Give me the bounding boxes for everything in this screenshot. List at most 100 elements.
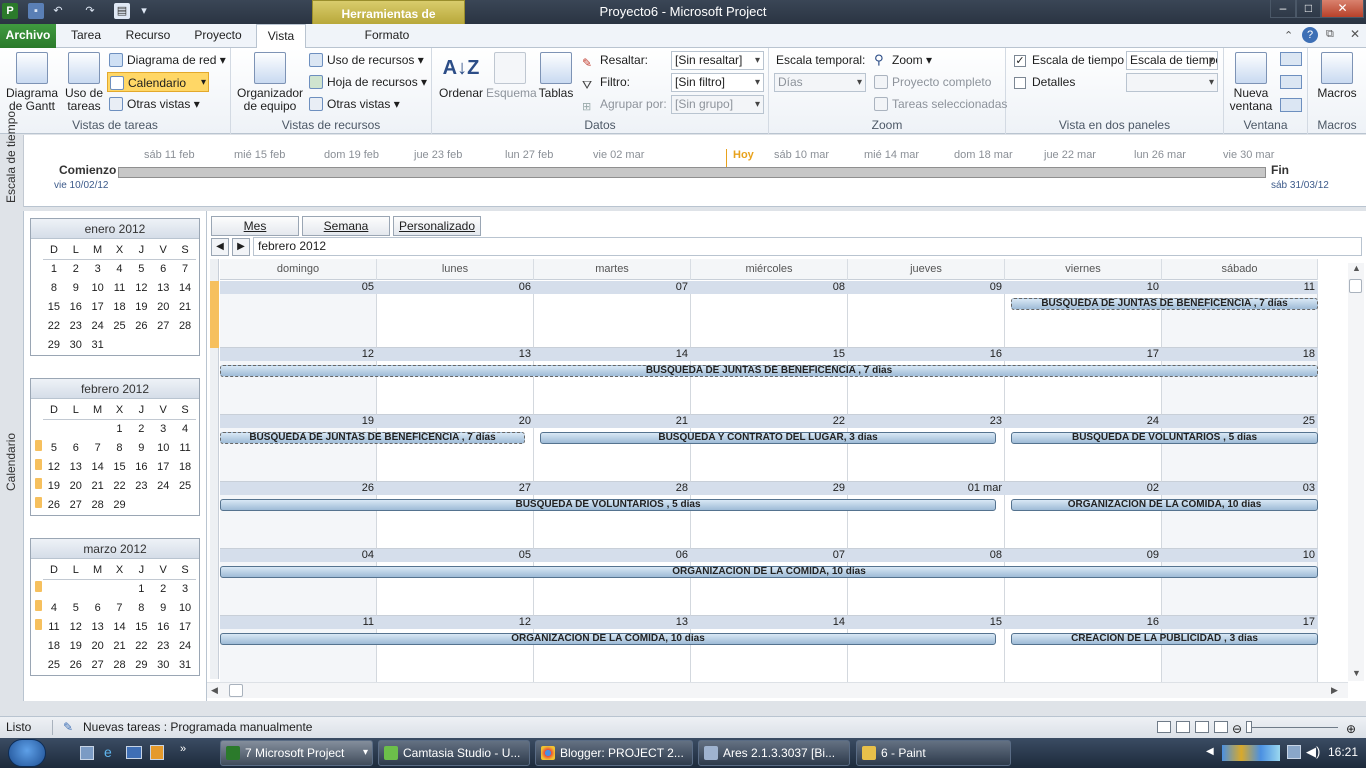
week-view-button[interactable]: Semana	[302, 216, 390, 236]
restore-doc-icon[interactable]: ⧉	[1326, 28, 1334, 41]
team-planner-button[interactable]: Organizador de equipo	[237, 52, 303, 113]
details-checkbox[interactable]	[1014, 77, 1026, 89]
start-button[interactable]	[8, 739, 46, 767]
mini-calendar-january[interactable]: enero 2012 DLMXJVS 1234567 8 9 10 11 12 13 14 …	[30, 218, 200, 356]
other-resource-views-button[interactable]: Otras vistas ▾	[307, 94, 400, 114]
media-player-icon[interactable]	[150, 745, 164, 760]
task-bar-lugar[interactable]: BUSQUEDA Y CONTRATO DEL LUGAR, 3 días	[540, 432, 996, 444]
calendar-day-cell[interactable]	[534, 294, 691, 348]
mini-calendar-february[interactable]: febrero 2012 DLMXJVS 1234 5 6 7 8 9 10 11 12 13…	[30, 378, 200, 516]
timeline-bar[interactable]	[118, 167, 1266, 178]
scroll-down-icon[interactable]: ▼	[1352, 668, 1361, 678]
entire-project-button[interactable]: Proyecto completo	[872, 72, 991, 92]
task-bar-juntas[interactable]: BUSQUEDA DE JUNTAS DE BENEFICENCIA , 7 d…	[220, 432, 525, 444]
calendar-button[interactable]: Calendario ▾	[107, 72, 210, 92]
help-icon[interactable]: ?	[1302, 27, 1318, 43]
arrange-all-icon[interactable]	[1280, 52, 1302, 66]
tables-button[interactable]: Tablas	[536, 52, 576, 100]
tab-resource[interactable]: Recurso	[116, 24, 180, 48]
details-view-select[interactable]	[1126, 73, 1218, 92]
taskbar-item-paint[interactable]: 6 - Paint	[856, 740, 1011, 766]
taskbar-clock[interactable]: 16:21	[1328, 745, 1358, 759]
resource-sheet-view-icon[interactable]	[1214, 721, 1228, 733]
task-bar-comida[interactable]: ORGANIZACIÓN DE LA COMIDA, 10 días	[1011, 499, 1318, 511]
timeline-checkbox[interactable]: ✓	[1014, 55, 1026, 67]
minimize-ribbon-icon[interactable]: ⌃	[1284, 29, 1293, 42]
scroll-left-icon[interactable]: ◀	[211, 685, 218, 696]
horizontal-scrollbar[interactable]: ◀ ▶	[207, 682, 1348, 698]
outline-button[interactable]: Esquema	[486, 52, 537, 100]
tab-view[interactable]: Vista	[256, 24, 306, 48]
vertical-scroll-thumb[interactable]	[1349, 279, 1362, 293]
next-month-button[interactable]: ▶	[232, 238, 250, 256]
calendar-day-cell[interactable]	[691, 294, 848, 348]
close-button[interactable]: ✕	[1321, 0, 1364, 18]
highlight-select[interactable]: [Sin resaltar]	[671, 51, 764, 70]
task-bar-comida[interactable]: ORGANIZACIÓN DE LA COMIDA, 10 días	[220, 566, 1318, 578]
timescale-select[interactable]: Días	[774, 73, 866, 92]
month-view-button[interactable]: Mes	[211, 216, 299, 236]
custom-view-button[interactable]: Personalizado	[393, 216, 481, 236]
horizontal-scroll-thumb[interactable]	[229, 684, 243, 697]
task-usage-button[interactable]: Uso de tareas	[62, 52, 106, 113]
resource-usage-button[interactable]: Uso de recursos ▾	[307, 50, 424, 70]
media-icon[interactable]	[126, 746, 142, 759]
tab-task[interactable]: Tarea	[60, 24, 112, 48]
tray-expand-icon[interactable]: ◀	[1206, 746, 1214, 757]
calendar-day-cell[interactable]	[377, 294, 534, 348]
scroll-right-icon[interactable]: ▶	[1331, 685, 1338, 696]
task-bar-publicidad[interactable]: CREACION DE LA PUBLICIDAD , 3 días	[1011, 633, 1318, 645]
timeline-view-select[interactable]: Escala de tiempo	[1126, 51, 1218, 70]
tray-icons[interactable]	[1222, 745, 1280, 761]
group-by-select[interactable]: [Sin grupo]	[671, 95, 764, 114]
internet-explorer-icon[interactable]: e	[104, 744, 112, 760]
zoom-slider-thumb[interactable]	[1246, 721, 1252, 733]
sort-button[interactable]: A↓Z Ordenar	[438, 52, 484, 100]
zoom-slider[interactable]	[1248, 727, 1338, 728]
close-doc-icon[interactable]: ✕	[1350, 27, 1360, 41]
volume-icon[interactable]: ◀)	[1306, 744, 1320, 760]
maximize-button[interactable]: □	[1296, 0, 1321, 18]
taskbar-item-camtasia[interactable]: Camtasia Studio - U...	[378, 740, 530, 766]
prev-month-button[interactable]: ◀	[211, 238, 229, 256]
taskbar-item-project[interactable]: 7 Microsoft Project ▾	[220, 740, 373, 766]
team-planner-view-icon[interactable]	[1195, 721, 1209, 733]
zoom-in-icon[interactable]: ⊕	[1346, 719, 1356, 739]
other-task-views-button[interactable]: Otras vistas ▾	[107, 94, 200, 114]
tab-format[interactable]: Formato	[350, 24, 424, 48]
timeline[interactable]: sáb 11 feb mié 15 feb dom 19 feb jue 23 …	[24, 135, 1366, 207]
calendar-day-number: 03	[1302, 482, 1315, 494]
new-window-button[interactable]: Nueva ventana	[1226, 52, 1276, 113]
resource-sheet-button[interactable]: Hoja de recursos ▾	[307, 72, 427, 92]
switch-windows-icon[interactable]	[1280, 98, 1302, 112]
tab-file[interactable]: Archivo	[0, 24, 56, 48]
new-tasks-mode[interactable]: Nuevas tareas : Programada manualmente	[83, 717, 312, 737]
show-desktop-icon[interactable]	[80, 746, 94, 760]
filter-select[interactable]: [Sin filtro]	[671, 73, 764, 92]
task-bar-voluntarios[interactable]: BUSQUEDA DE VOLUNTARIOS , 5 días	[1011, 432, 1318, 444]
gantt-button[interactable]: Diagrama de Gantt	[4, 52, 60, 113]
network-icon[interactable]	[1287, 745, 1301, 759]
taskbar-item-ares[interactable]: Ares 2.1.3.3037 [Bi...	[698, 740, 850, 766]
gantt-view-icon[interactable]	[1157, 721, 1171, 733]
quicklaunch-more-icon[interactable]: »	[180, 743, 186, 755]
zoom-button[interactable]: ⚲ Zoom ▾	[872, 50, 932, 70]
taskbar-item-blogger[interactable]: Blogger: PROJECT 2...	[535, 740, 693, 766]
vertical-scrollbar[interactable]: ▲ ▼	[1348, 263, 1364, 681]
task-bar-juntas[interactable]: BUSQUEDA DE JUNTAS DE BENEFICENCIA , 7 d…	[220, 365, 1318, 377]
task-bar-voluntarios[interactable]: BUSQUEDA DE VOLUNTARIOS , 5 días	[220, 499, 996, 511]
task-bar-juntas[interactable]: BUSQUEDA DE JUNTAS DE BENEFICENCIA , 7 d…	[1011, 298, 1318, 310]
selected-tasks-button[interactable]: Tareas seleccionadas	[872, 94, 1007, 114]
task-usage-view-icon[interactable]	[1176, 721, 1190, 733]
tab-project[interactable]: Proyecto	[184, 24, 252, 48]
calendar-day-cell[interactable]	[848, 294, 1005, 348]
network-diagram-button[interactable]: Diagrama de red ▾	[107, 50, 226, 70]
minimize-button[interactable]: –	[1270, 0, 1296, 18]
hide-window-icon[interactable]	[1280, 75, 1302, 89]
calendar-day-cell[interactable]	[220, 294, 377, 348]
macros-button[interactable]: Macros	[1314, 52, 1360, 100]
scroll-up-icon[interactable]: ▲	[1352, 263, 1361, 273]
zoom-out-icon[interactable]: ⊖	[1232, 719, 1242, 739]
mini-calendar-march[interactable]: marzo 2012 DLMXJVS 123 4 5 6 7 8 9 10 11 12 13 14…	[30, 538, 200, 676]
task-bar-comida[interactable]: ORGANIZACIÓN DE LA COMIDA, 10 días	[220, 633, 996, 645]
